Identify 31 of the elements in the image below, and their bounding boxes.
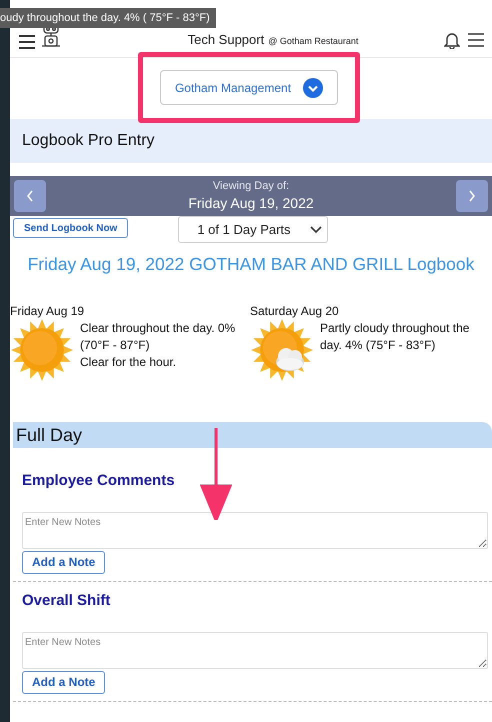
- day-part-title: Full Day: [16, 424, 82, 447]
- location-name: @ Gotham Restaurant: [268, 34, 358, 48]
- partly-cloudy-icon: [250, 318, 314, 382]
- chevron-left-icon: [26, 190, 34, 202]
- tooltip: oudy throughout the day. 4% ( 75°F - 83°F): [0, 8, 216, 28]
- weather-summary: Partly cloudy throughout the day. 4% (75°F - 83°F): [320, 320, 470, 354]
- sun-icon: [10, 318, 74, 382]
- logbook-title: Friday Aug 19, 2022 GOTHAM BAR AND GRILL Logbook: [26, 253, 476, 276]
- notes-field[interactable]: Enter New Notes: [22, 632, 488, 669]
- day-parts-select[interactable]: 1 of 1 Day Parts: [178, 216, 328, 243]
- chevron-right-icon: [468, 190, 476, 202]
- chevron-down-icon: [309, 224, 324, 234]
- menu-icon[interactable]: [468, 33, 484, 47]
- add-note-button[interactable]: Add a Note: [22, 550, 106, 574]
- menu-icon[interactable]: [18, 35, 36, 49]
- note-section-title: Employee Comments: [22, 471, 176, 492]
- viewing-label: Viewing Day of:: [212, 179, 290, 193]
- add-note-button[interactable]: Add a Note: [22, 670, 106, 694]
- weather-hourly: Clear for the hour.: [80, 354, 178, 372]
- weather-day: Saturday Aug 20: [250, 302, 492, 320]
- weather-day: Friday Aug 19: [10, 302, 250, 320]
- section-title: Logbook Pro Entry: [22, 131, 155, 151]
- send-logbook-button[interactable]: Send Logbook Now: [13, 218, 128, 238]
- viewing-date: Friday Aug 19, 2022: [188, 194, 314, 213]
- weather-summary: Clear throughout the day. 0% (70°F - 87°F): [80, 320, 236, 354]
- management-dropdown[interactable]: Gotham Management: [160, 70, 338, 105]
- user-name: Tech Support: [188, 30, 264, 49]
- notes-field[interactable]: Enter New Notes: [22, 512, 488, 549]
- note-section-title: Overall Shift: [22, 591, 112, 612]
- bell-icon[interactable]: [444, 31, 460, 49]
- chevron-down-icon: [303, 78, 324, 98]
